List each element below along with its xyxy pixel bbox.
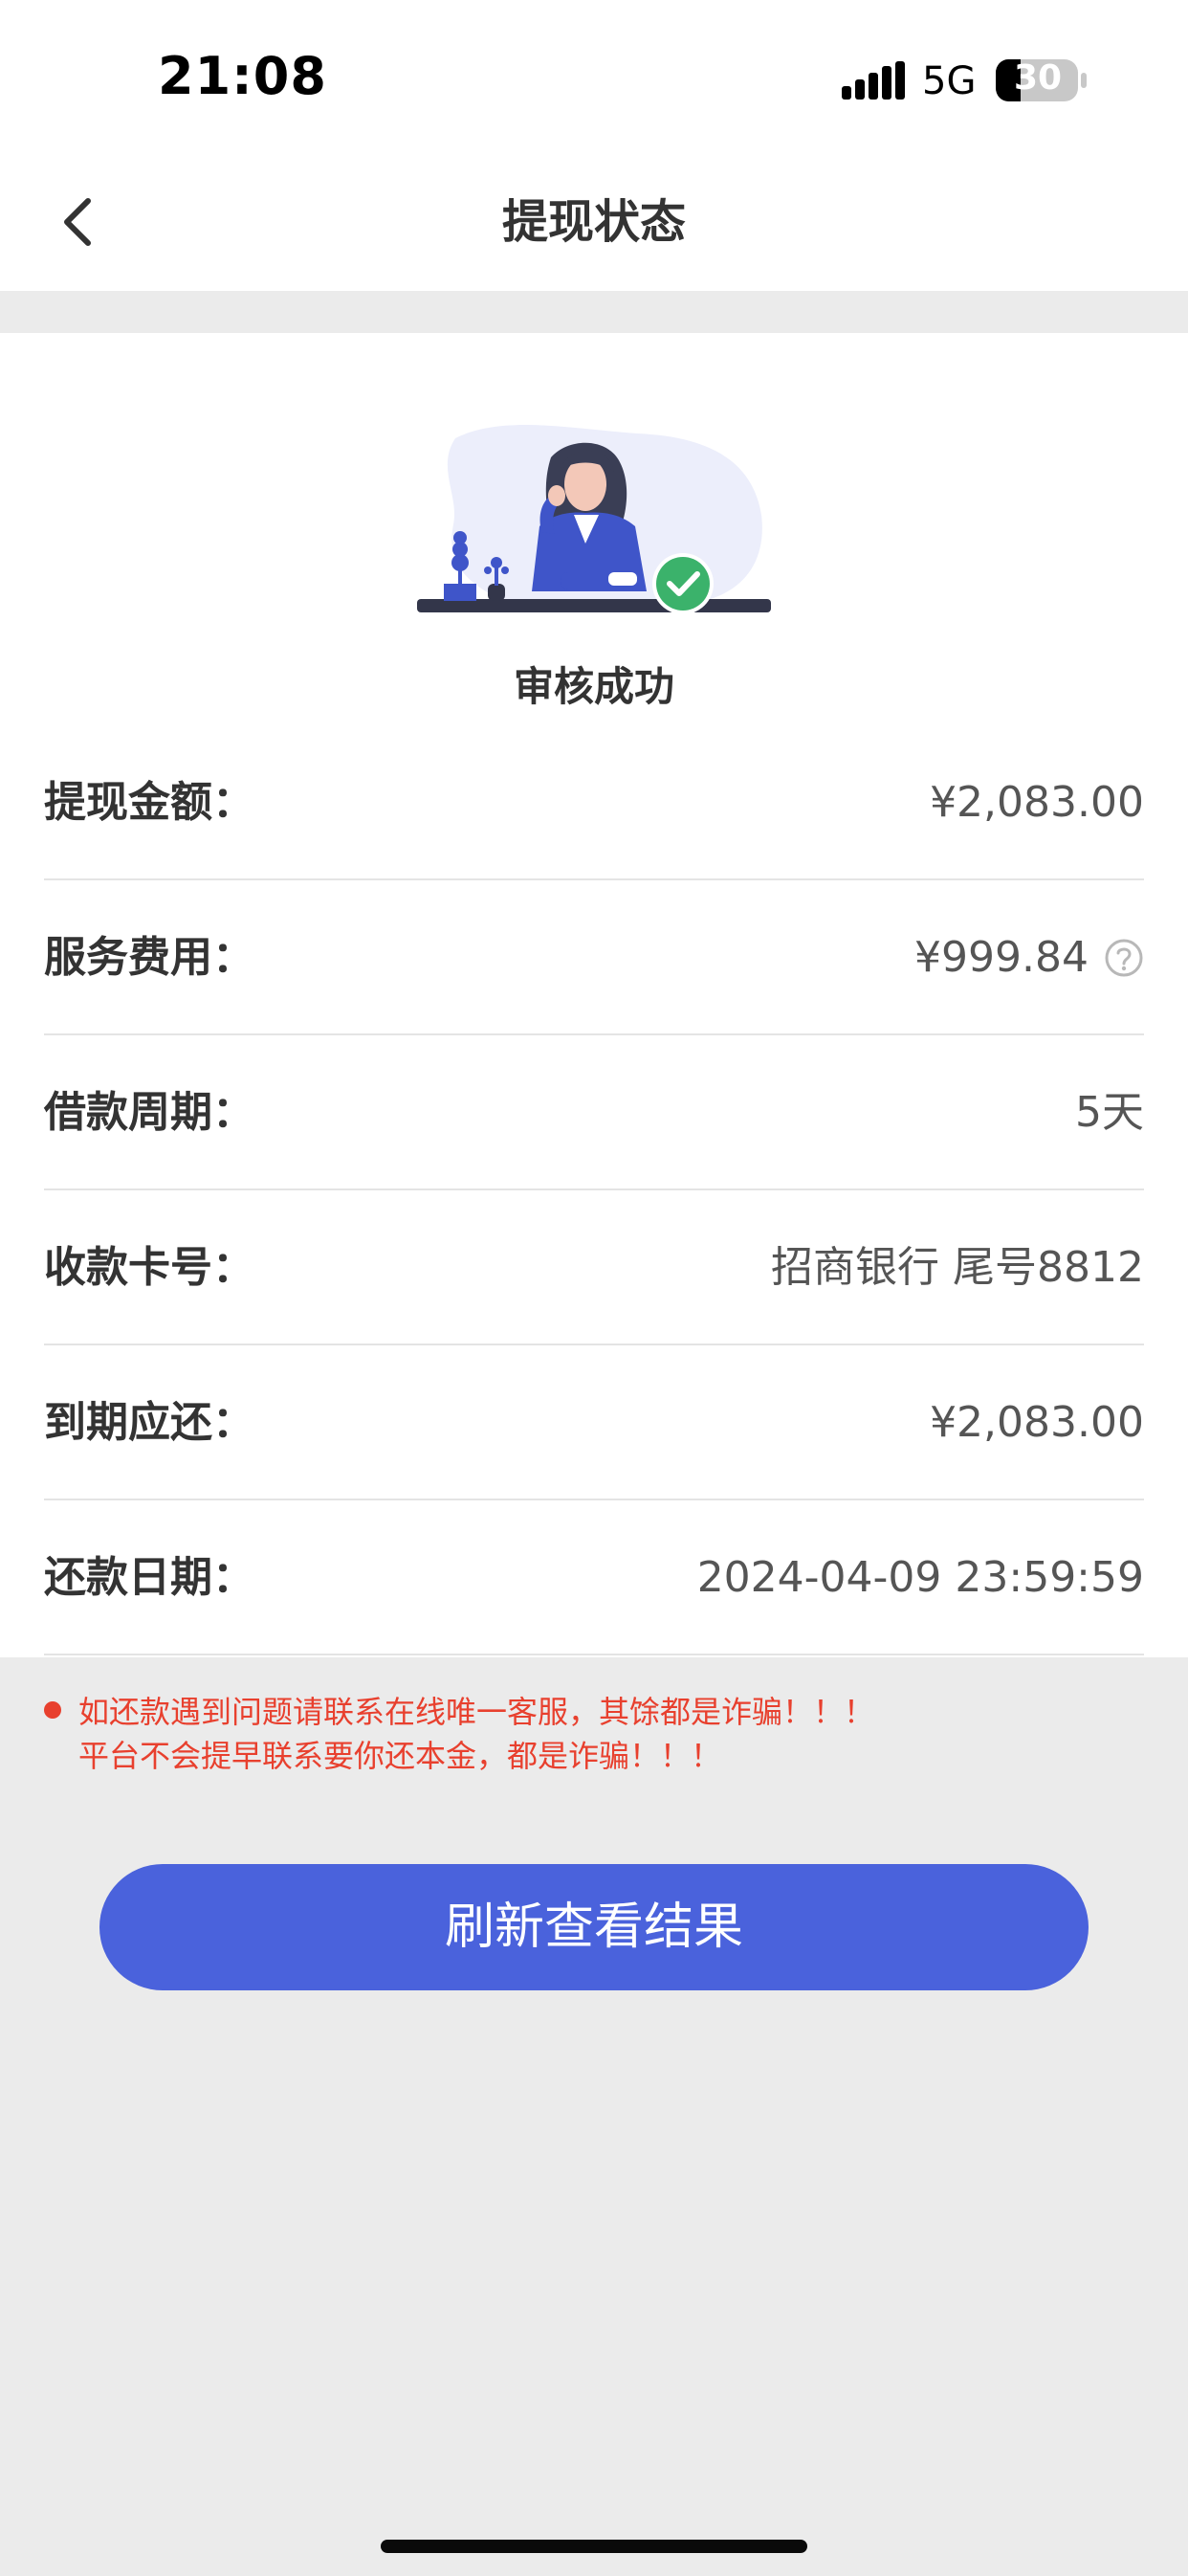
status-time: 21:08 <box>158 46 327 106</box>
signal-icon <box>842 61 905 100</box>
chevron-left-icon[interactable] <box>50 191 111 253</box>
detail-value: 招商银行 尾号8812 <box>771 1243 1144 1292</box>
network-label: 5G <box>922 59 977 103</box>
nav-bar: 提现状态 <box>0 153 1188 291</box>
notice-line: 如还款遇到问题请联系在线唯一客服，其馀都是诈骗！！！ <box>78 1694 875 1730</box>
battery-level: 30 <box>1013 58 1063 98</box>
detail-label: 服务费用： <box>44 933 254 982</box>
detail-row-loan-period: 借款周期： 5天 <box>44 1035 1144 1190</box>
woman-at-desk-success-illustration <box>417 424 771 614</box>
detail-row-repay-date: 还款日期： 2024-04-09 23:59:59 <box>44 1500 1144 1655</box>
detail-label: 提现金额： <box>44 778 254 827</box>
page-title: 提现状态 <box>501 195 686 249</box>
detail-value: 5天 <box>1075 1088 1144 1137</box>
detail-label: 收款卡号： <box>44 1243 254 1292</box>
refresh-result-button[interactable]: 刷新查看结果 <box>99 1864 1089 1990</box>
detail-value: 2024-04-09 23:59:59 <box>696 1553 1144 1602</box>
detail-row-card-number: 收款卡号： 招商银行 尾号8812 <box>44 1190 1144 1345</box>
detail-row-amount: 提现金额： ¥2,083.00 <box>44 725 1144 880</box>
notice-line: 平台不会提早联系要你还本金，都是诈骗！！！ <box>78 1738 722 1774</box>
question-circle-icon[interactable] <box>1104 938 1144 978</box>
detail-label: 到期应还： <box>44 1398 254 1447</box>
detail-value: ¥2,083.00 <box>930 778 1144 827</box>
bullet-dot-icon <box>44 1701 61 1719</box>
status-bar: 21:08 5G 30 <box>0 0 1188 153</box>
detail-row-service-fee: 服务费用： ¥999.84 <box>44 880 1144 1035</box>
status-title: 审核成功 <box>513 663 674 710</box>
detail-label: 还款日期： <box>44 1553 254 1602</box>
detail-row-due-amount: 到期应还： ¥2,083.00 <box>44 1345 1144 1500</box>
detail-value: ¥999.84 <box>914 933 1089 982</box>
withdrawal-status-card: 审核成功 提现金额： ¥2,083.00 服务费用： ¥999.84 借款周期：… <box>0 333 1188 1657</box>
home-indicator[interactable] <box>381 2540 807 2553</box>
detail-label: 借款周期： <box>44 1088 254 1137</box>
detail-value: ¥2,083.00 <box>930 1398 1144 1447</box>
